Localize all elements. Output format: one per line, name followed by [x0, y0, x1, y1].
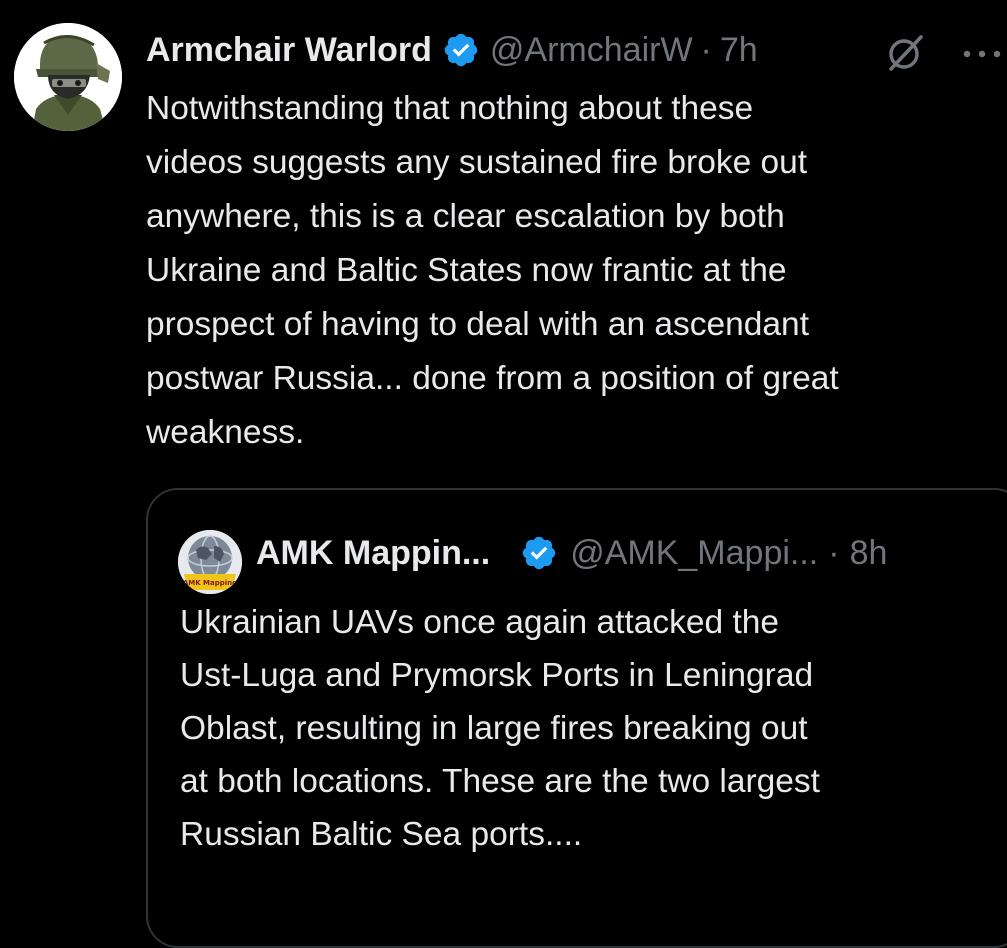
quoted-author-avatar[interactable]: AMK Mapping	[178, 530, 242, 594]
amk-avatar-label: AMK Mapping	[183, 579, 237, 587]
author-handle[interactable]: @ArmchairW	[490, 26, 693, 74]
amk-mapping-avatar: AMK Mapping	[178, 530, 242, 594]
quoted-author-name[interactable]: AMK Mappin...	[256, 528, 490, 578]
verified-badge-icon[interactable]	[442, 31, 480, 69]
armchair-warlord-avatar	[14, 23, 122, 131]
separator-dot: ·	[700, 31, 712, 69]
quoted-tweet[interactable]: AMK Mapping AMK Mappin... @AMK_Mappi... …	[146, 488, 1007, 948]
tweet-timestamp[interactable]: 7h	[720, 26, 758, 74]
grok-icon[interactable]	[884, 30, 928, 74]
quoted-verified-badge-icon[interactable]	[520, 534, 558, 572]
more-icon[interactable]	[960, 30, 1004, 74]
tweet-text: Notwithstanding that nothing about these…	[146, 90, 839, 451]
tweet-header: Armchair Warlord @ArmchairW · 7h	[146, 26, 758, 74]
tweet[interactable]: Armchair Warlord @ArmchairW · 7h Notwith…	[0, 0, 1007, 948]
author-avatar[interactable]	[14, 23, 122, 131]
quoted-tweet-text: Ukrainian UAVs once again attacked the U…	[180, 604, 820, 853]
author-name[interactable]: Armchair Warlord	[146, 26, 432, 74]
quoted-tweet-header: AMK Mappin... @AMK_Mappi... · 8h	[256, 528, 887, 578]
quoted-author-handle[interactable]: @AMK_Mappi...	[570, 528, 818, 578]
quoted-separator-dot: ·	[828, 534, 840, 572]
quoted-tweet-timestamp[interactable]: 8h	[850, 528, 888, 578]
